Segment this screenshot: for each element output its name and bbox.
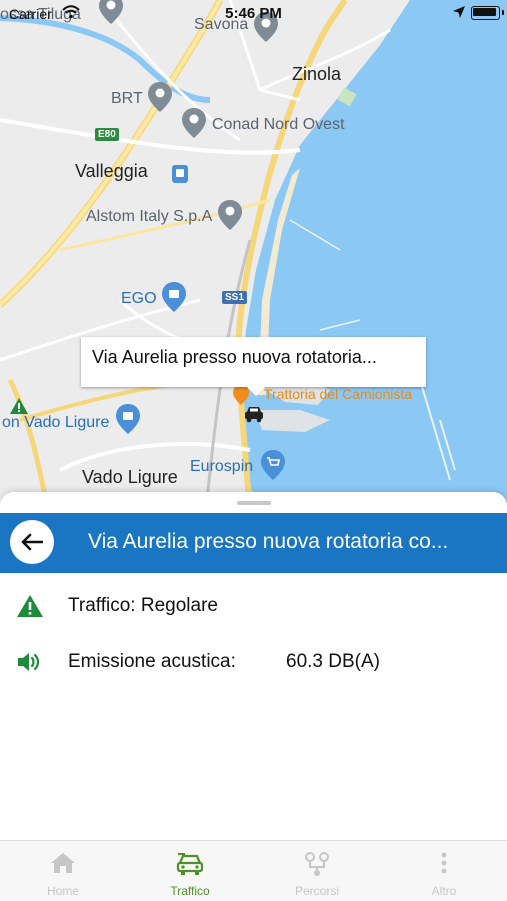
warning-icon	[17, 595, 43, 617]
detail-sheet[interactable]: Via Aurelia presso nuova rotatoria co...…	[0, 492, 507, 840]
poi-pin-icon[interactable]	[182, 108, 206, 138]
sheet-grabber[interactable]	[237, 501, 271, 505]
traffic-warning-marker-icon[interactable]	[10, 398, 28, 414]
tab-percorsi[interactable]: Percorsi	[254, 841, 380, 901]
speaker-icon	[18, 653, 40, 671]
home-icon	[51, 853, 75, 873]
route-icon	[305, 852, 329, 876]
noise-row: Emissione acustica: 60.3 DB(A)	[0, 647, 507, 677]
shopping-pin-icon[interactable]	[162, 282, 186, 312]
map-label-vado-poi: on Vado Ligure	[2, 414, 110, 431]
tab-label-altro: Altro	[431, 884, 457, 898]
tab-home[interactable]: Home	[0, 841, 126, 901]
map-label-trattoria: Trattoria del Camionista	[264, 386, 413, 402]
map-label-valleggia: Valleggia	[75, 161, 148, 181]
tab-label-percorsi: Percorsi	[294, 884, 339, 898]
bus-stop-icon[interactable]	[172, 165, 188, 183]
map-base	[0, 0, 507, 520]
cart-pin-icon[interactable]	[261, 450, 285, 480]
map-label-conad: Conad Nord Ovest	[212, 116, 345, 133]
status-bar: Carrier 5:46 PM	[0, 0, 507, 26]
tab-bar: Home Traffico Percorsi Altro	[0, 840, 507, 901]
back-button[interactable]	[10, 520, 54, 564]
sheet-title: Via Aurelia presso nuova rotatoria co...	[88, 530, 449, 553]
tab-altro[interactable]: Altro	[381, 841, 507, 901]
map-view[interactable]: E80 SS1 ossa Tiluga Savona Zinola BRT Co…	[0, 0, 507, 520]
poi-pin-icon[interactable]	[148, 82, 172, 112]
shopping-pin-icon[interactable]	[116, 404, 140, 434]
map-label-brt: BRT	[111, 90, 143, 107]
tab-label-traffico: Traffico	[170, 884, 210, 898]
car-marker-icon[interactable]	[243, 405, 265, 423]
traffic-row: Traffico: Regolare	[0, 591, 507, 621]
tab-traffico[interactable]: Traffico	[127, 841, 253, 901]
location-arrow-icon	[453, 6, 465, 18]
road-shield-e80: E80	[95, 128, 119, 141]
road-shield-ss1: SS1	[222, 291, 247, 304]
status-time: 5:46 PM	[225, 5, 282, 22]
map-callout[interactable]: Via Aurelia presso nuova rotatoria...	[81, 337, 426, 396]
callout-text: Via Aurelia presso nuova rotatoria...	[92, 347, 377, 367]
map-label-eurospin: Eurospin	[190, 458, 254, 475]
poi-pin-icon[interactable]	[218, 200, 242, 230]
sheet-header: Via Aurelia presso nuova rotatoria co...	[0, 513, 507, 573]
arrow-left-icon	[21, 533, 43, 551]
battery-icon	[471, 6, 504, 20]
map-label-ego: EGO	[121, 290, 157, 307]
noise-label: Emissione acustica:	[68, 651, 236, 672]
map-label-vado-ligure: Vado Ligure	[82, 467, 178, 487]
tab-label-home: Home	[46, 884, 79, 898]
car-icon	[176, 853, 204, 875]
traffic-status-text: Traffico: Regolare	[68, 595, 218, 616]
more-icon	[441, 852, 447, 874]
map-label-alstom: Alstom Italy S.p.A	[86, 208, 213, 225]
noise-value: 60.3 DB(A)	[286, 651, 380, 672]
map-label-zinola: Zinola	[292, 64, 342, 84]
